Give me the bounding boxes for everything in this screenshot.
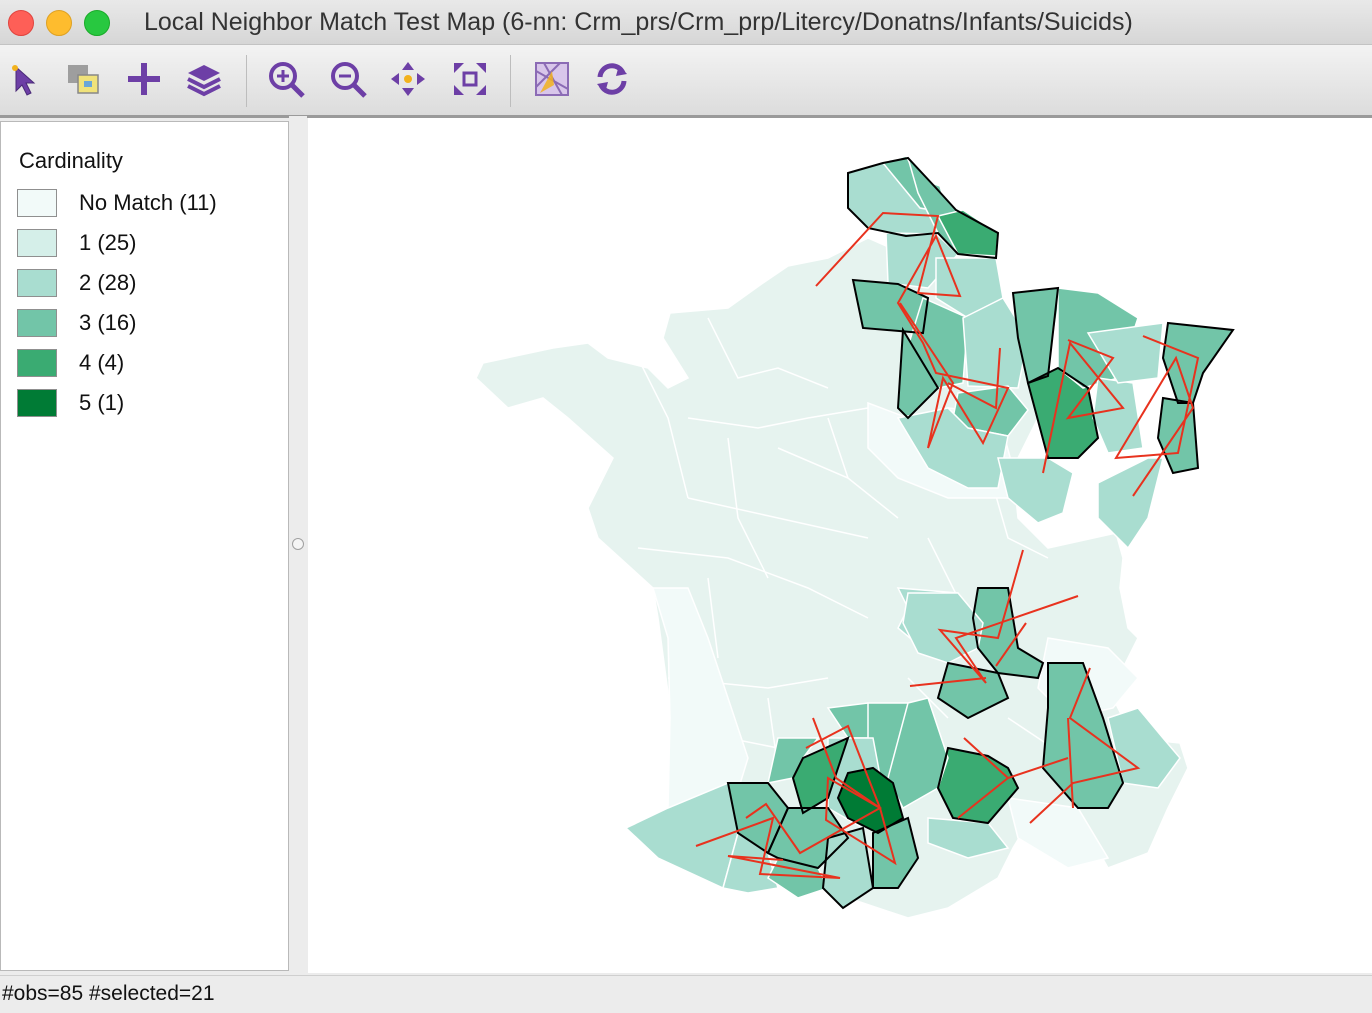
legend-label: 2 (28) [79,270,137,295]
legend-title: Cardinality [19,148,123,173]
zoom-out-icon[interactable] [328,59,368,99]
map-toolbar [0,45,1372,118]
window-title: Local Neighbor Match Test Map (6-nn: Crm… [144,8,1133,36]
legend-panel: Cardinality No Match (11) 1 (25) 2 (28) … [0,121,289,971]
basemap-icon[interactable] [532,59,572,99]
refresh-icon[interactable] [592,59,632,99]
panel-splitter[interactable] [289,116,307,972]
legend-swatch [17,189,57,217]
title-bar: Local Neighbor Match Test Map (6-nn: Crm… [0,0,1372,45]
legend-swatch [17,309,57,337]
legend-swatch [17,349,57,377]
legend-label: 4 (4) [79,350,125,375]
legend-swatch [17,389,57,417]
toolbar-separator [246,55,247,107]
legend-swatch [17,269,57,297]
map-svg[interactable] [308,118,1372,973]
status-text: #obs=85 #selected=21 [2,982,215,1005]
legend-label: No Match (11) [79,190,217,215]
minimize-window-button[interactable] [46,10,72,36]
status-bar: #obs=85 #selected=21 [0,975,1372,1013]
add-layer-icon[interactable] [124,59,164,99]
zoom-in-icon[interactable] [266,59,306,99]
legend-swatch [17,229,57,257]
legend-label: 3 (16) [79,310,137,335]
layers-icon[interactable] [184,59,224,99]
splitter-handle[interactable] [292,538,304,550]
legend-label: 5 (1) [79,390,125,415]
map-canvas[interactable] [308,118,1372,973]
region-class-2[interactable] [1092,377,1144,454]
fit-extent-icon[interactable] [450,59,490,99]
selection-shape-icon[interactable] [64,59,104,99]
legend-label: 1 (25) [79,230,137,255]
close-window-button[interactable] [8,10,34,36]
toolbar-separator [510,55,511,107]
select-pointer-icon[interactable] [6,59,46,99]
pan-icon[interactable] [388,59,428,99]
maximize-window-button[interactable] [84,10,110,36]
